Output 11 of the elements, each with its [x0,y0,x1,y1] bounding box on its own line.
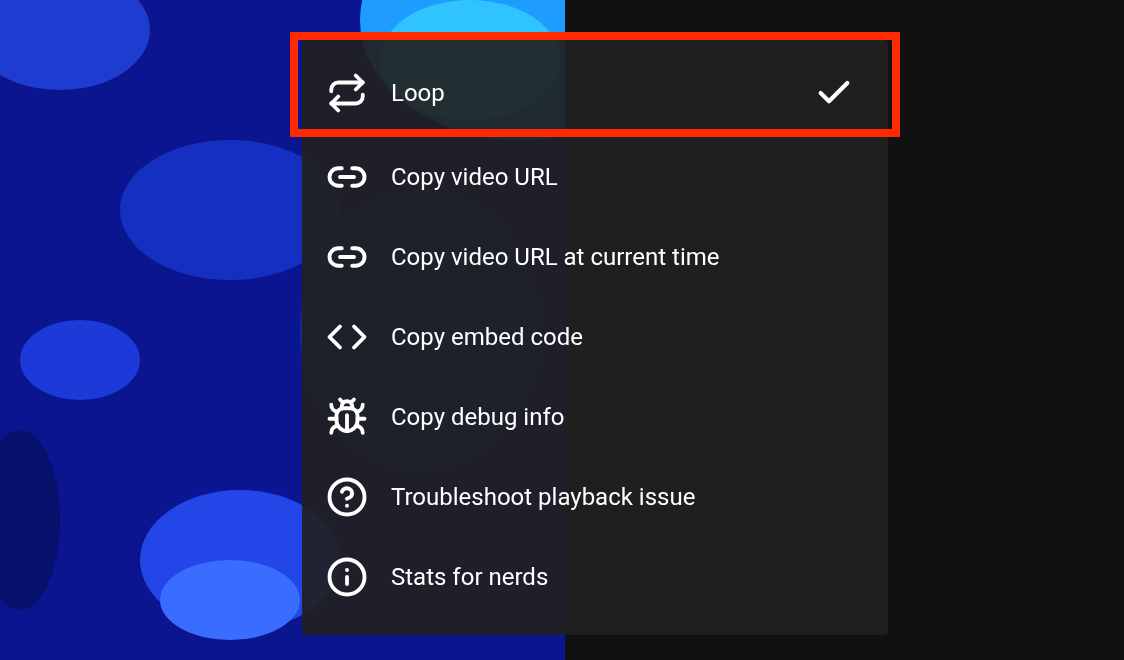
menu-item[interactable]: Copy video URL [302,137,888,217]
menu-item[interactable]: Loop [290,32,900,137]
menu-item[interactable]: Copy video URL at current time [302,217,888,297]
info-icon [326,556,368,598]
menu-item[interactable]: Troubleshoot playback issue [302,457,888,537]
bug-icon [326,396,368,438]
help-icon [326,476,368,518]
menu-item[interactable]: Stats for nerds [302,537,888,617]
repeat-icon [326,72,368,114]
menu-item[interactable]: Copy debug info [302,377,888,457]
menu-item[interactable]: Copy embed code [302,297,888,377]
